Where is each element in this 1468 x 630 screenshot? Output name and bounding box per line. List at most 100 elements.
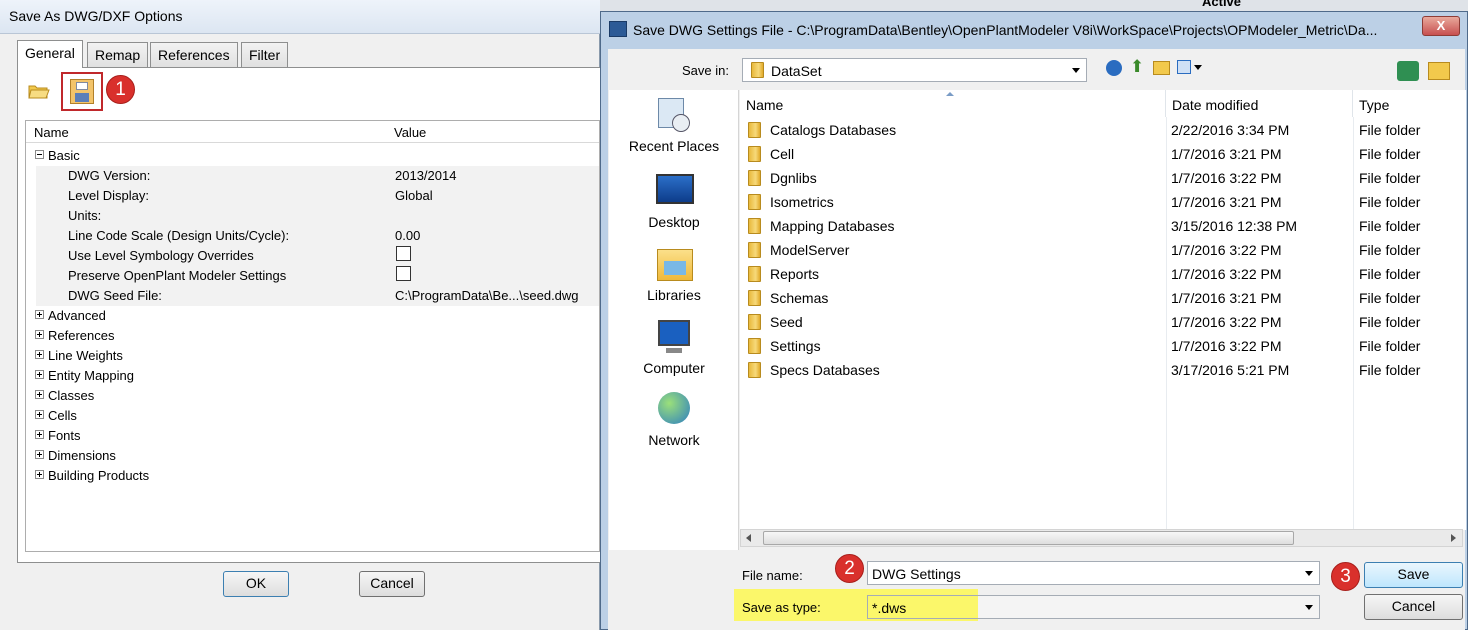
column-header-date[interactable]: Date modified: [1166, 90, 1353, 117]
place-network[interactable]: Network: [609, 390, 739, 448]
file-row[interactable]: Reports 1/7/2016 3:22 PM File folder: [740, 262, 1466, 286]
chevron-down-icon: [1305, 571, 1313, 576]
expand-plus-icon[interactable]: [35, 330, 44, 339]
file-row[interactable]: ModelServer 1/7/2016 3:22 PM File folder: [740, 238, 1466, 262]
open-folder-icon[interactable]: [28, 82, 50, 100]
chevron-down-icon: [1072, 68, 1080, 73]
file-name: Schemas: [770, 290, 829, 306]
tab-filter[interactable]: Filter: [241, 42, 289, 67]
place-computer[interactable]: Computer: [609, 318, 739, 376]
file-row[interactable]: Mapping Databases 3/15/2016 12:38 PM File …: [740, 214, 1466, 238]
new-folder-icon[interactable]: [1153, 61, 1170, 75]
file-date: 2/22/2016 3:34 PM: [1171, 122, 1290, 138]
file-row[interactable]: Settings 1/7/2016 3:22 PM File folder: [740, 334, 1466, 358]
folder-icon: [751, 62, 764, 78]
group-row[interactable]: Building Products: [26, 466, 599, 486]
group-row[interactable]: Cells: [26, 406, 599, 426]
file-row[interactable]: Specs Databases 3/17/2016 5:21 PM File fol…: [740, 358, 1466, 382]
tab-references[interactable]: References: [150, 42, 238, 67]
group-row[interactable]: Line Weights: [26, 346, 599, 366]
expand-plus-icon[interactable]: [35, 310, 44, 319]
file-name: Reports: [770, 266, 820, 282]
folder-icon: [748, 122, 761, 138]
step-badge-1: 1: [106, 75, 135, 104]
property-row[interactable]: DWG Version: 2013/2014: [26, 166, 599, 186]
group-row[interactable]: Classes: [26, 386, 599, 406]
group-label: Classes: [48, 388, 95, 403]
tab-general[interactable]: General: [17, 40, 83, 68]
scroll-left-icon[interactable]: [746, 534, 751, 542]
save-settings-button[interactable]: [61, 72, 103, 111]
group-label: Cells: [48, 408, 77, 423]
close-button[interactable]: X: [1422, 16, 1460, 36]
folder-icon: [748, 170, 761, 186]
folder-icon: [748, 242, 761, 258]
preserve-openplant-checkbox[interactable]: [396, 266, 411, 281]
up-folder-icon[interactable]: ⬆: [1130, 58, 1146, 76]
save-in-combo[interactable]: DataSet: [742, 58, 1087, 82]
options-window-titlebar: Save As DWG/DXF Options: [0, 0, 600, 34]
save-as-type-select[interactable]: *.dws: [867, 595, 1320, 619]
property-row[interactable]: Line Code Scale (Design Units/Cycle): 0.0…: [26, 226, 599, 246]
expand-plus-icon[interactable]: [35, 430, 44, 439]
place-libraries[interactable]: Libraries: [609, 245, 739, 303]
sort-arrow-icon: [946, 92, 954, 96]
app-icon: [609, 21, 627, 37]
file-name: Seed: [770, 314, 803, 330]
file-name-input[interactable]: DWG Settings: [867, 561, 1320, 585]
group-row[interactable]: Advanced: [26, 306, 599, 326]
group-row[interactable]: References: [26, 326, 599, 346]
expand-plus-icon[interactable]: [35, 470, 44, 479]
file-row[interactable]: Isometrics 1/7/2016 3:21 PM File folder: [740, 190, 1466, 214]
property-grid: Name Value Basic DWG Version: 2013/2014 L…: [25, 120, 600, 552]
tab-remap[interactable]: Remap: [87, 42, 149, 67]
network-icon: [654, 390, 694, 428]
file-row[interactable]: Cell 1/7/2016 3:21 PM File folder: [740, 142, 1466, 166]
floppy-save-icon: [70, 79, 94, 104]
folder-icon: [748, 338, 761, 354]
group-row[interactable]: Fonts: [26, 426, 599, 446]
expand-plus-icon[interactable]: [35, 350, 44, 359]
cancel-button[interactable]: Cancel: [1364, 594, 1463, 620]
property-row[interactable]: Units:: [26, 206, 599, 226]
group-row[interactable]: Entity Mapping: [26, 366, 599, 386]
scroll-thumb[interactable]: [763, 531, 1294, 545]
favorite-folder-icon[interactable]: [1428, 62, 1450, 80]
scroll-right-icon[interactable]: [1451, 534, 1456, 542]
place-desktop[interactable]: Desktop: [609, 172, 739, 230]
group-label: Fonts: [48, 428, 81, 443]
column-header-type[interactable]: Type: [1353, 90, 1466, 117]
desktop-icon: [654, 172, 694, 210]
expand-plus-icon[interactable]: [35, 410, 44, 419]
group-row[interactable]: Dimensions: [26, 446, 599, 466]
file-row[interactable]: Schemas 1/7/2016 3:21 PM File folder: [740, 286, 1466, 310]
save-button[interactable]: Save: [1364, 562, 1463, 588]
file-row[interactable]: Catalogs Databases 2/22/2016 3:34 PM File …: [740, 118, 1466, 142]
bentley-icon[interactable]: [1397, 61, 1419, 81]
group-label: Dimensions: [48, 448, 116, 463]
back-arrow-icon[interactable]: [1106, 60, 1122, 76]
property-row[interactable]: Preserve OpenPlant Modeler Settings: [26, 266, 599, 286]
save-as-type-label: Save as type:: [742, 600, 821, 615]
view-menu-icon[interactable]: [1177, 60, 1203, 75]
ok-button[interactable]: OK: [223, 571, 289, 597]
file-row[interactable]: Seed 1/7/2016 3:22 PM File folder: [740, 310, 1466, 334]
expand-plus-icon[interactable]: [35, 390, 44, 399]
property-row[interactable]: DWG Seed File: C:\ProgramData\Be...\seed.…: [26, 286, 599, 306]
background-active-label: Active: [1202, 0, 1242, 9]
places-bar: Recent Places Desktop Libraries Computer…: [609, 90, 739, 550]
file-name: Catalogs Databases: [770, 122, 897, 138]
place-recent-places[interactable]: Recent Places: [609, 96, 739, 154]
property-row[interactable]: Use Level Symbology Overrides: [26, 246, 599, 266]
expand-plus-icon[interactable]: [35, 450, 44, 459]
options-cancel-button[interactable]: Cancel: [359, 571, 425, 597]
file-row[interactable]: Dgnlibs 1/7/2016 3:22 PM File folder: [740, 166, 1466, 190]
group-basic[interactable]: Basic: [26, 146, 599, 166]
file-name: Settings: [770, 338, 821, 354]
expand-plus-icon[interactable]: [35, 370, 44, 379]
use-level-symbology-checkbox[interactable]: [396, 246, 411, 261]
property-row[interactable]: Level Display: Global: [26, 186, 599, 206]
horizontal-scrollbar[interactable]: [740, 529, 1463, 547]
grid-header-value: Value: [394, 125, 427, 140]
group-label: Basic: [48, 148, 80, 163]
